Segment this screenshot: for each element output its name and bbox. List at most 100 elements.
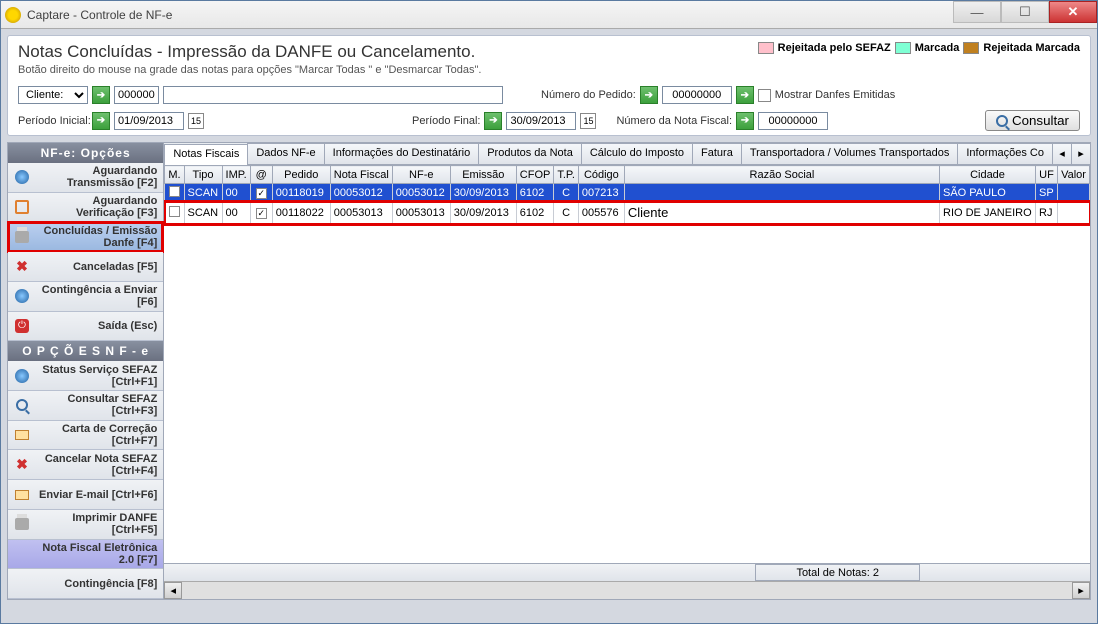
sidebar-item-cancelar-sefaz[interactable]: ✖Cancelar Nota SEFAZ [Ctrl+F4] [8, 450, 163, 480]
cancel-icon: ✖ [16, 258, 28, 275]
col-emissao[interactable]: Emissão [450, 166, 516, 184]
row-m-checkbox[interactable] [169, 186, 180, 197]
verify-icon [15, 200, 29, 214]
tabs: Notas Fiscais Dados NF-e Informações do … [164, 143, 1090, 165]
periodo-ini-label: Período Inicial: [18, 115, 88, 127]
search-icon [996, 115, 1008, 127]
tab-calculo-imposto[interactable]: Cálculo do Imposto [581, 143, 693, 164]
table-row[interactable]: SCAN 00 ✓ 00118022 00053013 00053013 30/… [165, 202, 1090, 224]
nota-go-button[interactable]: ➔ [736, 112, 754, 130]
col-nfe[interactable]: NF-e [392, 166, 450, 184]
scroll-left-button[interactable]: ◂ [164, 582, 182, 599]
col-tp[interactable]: T.P. [554, 166, 579, 184]
tab-scroll-left[interactable]: ◂ [1052, 143, 1072, 164]
periodo-ini-input[interactable] [114, 112, 184, 130]
tab-notas-fiscais[interactable]: Notas Fiscais [164, 144, 248, 165]
filter-row-1: Cliente: ➔ Número do Pedido: ➔ ➔ Mostrar… [18, 84, 1080, 106]
sidebar-item-consultar-sefaz[interactable]: Consultar SEFAZ [Ctrl+F3] [8, 391, 163, 421]
grid[interactable]: M. Tipo IMP. @ Pedido Nota Fiscal NF-e E… [164, 165, 1090, 563]
sidebar-item-contingencia-enviar[interactable]: Contingência a Enviar [F6] [8, 282, 163, 312]
sidebar-item-concluidas[interactable]: Concluídas / Emissão Danfe [F4] [8, 222, 163, 252]
sidebar-item-saida[interactable]: ⏻Saída (Esc) [8, 312, 163, 342]
col-codigo[interactable]: Código [578, 166, 624, 184]
cliente-go-button[interactable]: ➔ [92, 86, 110, 104]
col-m[interactable]: M. [165, 166, 184, 184]
row-m-checkbox[interactable] [169, 206, 180, 217]
tab-transportadora[interactable]: Transportadora / Volumes Transportados [741, 143, 959, 164]
col-cfop[interactable]: CFOP [516, 166, 554, 184]
tab-info-complementar[interactable]: Informações Co [957, 143, 1053, 164]
sidebar-header-2: O P Ç Õ E S N F - e [8, 341, 163, 361]
sidebar-item-contingencia[interactable]: Contingência [F8] [8, 569, 163, 599]
globe-icon [15, 369, 29, 383]
cliente-select[interactable]: Cliente: [18, 86, 88, 104]
horizontal-scrollbar[interactable]: ◂ ▸ [164, 581, 1090, 599]
col-valor[interactable]: Valor [1058, 166, 1090, 184]
col-pedido[interactable]: Pedido [272, 166, 330, 184]
row-at-checkbox[interactable]: ✓ [256, 188, 267, 199]
nota-input[interactable] [758, 112, 828, 130]
power-icon: ⏻ [15, 319, 29, 333]
scroll-track[interactable] [182, 582, 1072, 599]
content-panel: Notas Fiscais Dados NF-e Informações do … [164, 142, 1091, 600]
cliente-name-input[interactable] [163, 86, 503, 104]
sidebar-item-carta-correcao[interactable]: Carta de Correção [Ctrl+F7] [8, 421, 163, 451]
print-icon [15, 231, 29, 243]
page-subtitle: Botão direito do mouse na grade das nota… [18, 64, 1080, 76]
legend-label-rejected-marked: Rejeitada Marcada [983, 42, 1080, 54]
consultar-button[interactable]: Consultar [985, 110, 1080, 131]
status-bar: Total de Notas: 2 [164, 563, 1090, 581]
pedido-go-button[interactable]: ➔ [640, 86, 658, 104]
filter-row-2: Período Inicial: ➔ 15 Período Final: ➔ 1… [18, 108, 1080, 133]
sidebar-item-status-sefaz[interactable]: Status Serviço SEFAZ [Ctrl+F1] [8, 361, 163, 391]
sidebar-item-imprimir-danfe[interactable]: Imprimir DANFE [Ctrl+F5] [8, 510, 163, 540]
nota-label: Número da Nota Fiscal: [616, 115, 732, 127]
periodo-ini-calendar-icon[interactable]: 15 [188, 113, 204, 129]
maximize-button[interactable]: ☐ [1001, 1, 1049, 23]
periodo-fim-go-button[interactable]: ➔ [484, 112, 502, 130]
globe-icon [15, 170, 29, 184]
row-at-checkbox[interactable]: ✓ [256, 208, 267, 219]
header-panel: Rejeitada pelo SEFAZ Marcada Rejeitada M… [7, 35, 1091, 136]
legend: Rejeitada pelo SEFAZ Marcada Rejeitada M… [758, 42, 1080, 54]
legend-swatch-marked [895, 42, 911, 54]
col-razao[interactable]: Razão Social [624, 166, 939, 184]
legend-swatch-rejected-marked [963, 42, 979, 54]
tab-info-destinatario[interactable]: Informações do Destinatário [324, 143, 480, 164]
periodo-fim-calendar-icon[interactable]: 15 [580, 113, 596, 129]
sidebar-item-nfe-20[interactable]: Nota Fiscal Eletrônica 2.0 [F7] [8, 540, 163, 570]
tab-dados-nfe[interactable]: Dados NF-e [247, 143, 324, 164]
col-uf[interactable]: UF [1036, 166, 1058, 184]
pedido-input[interactable] [662, 86, 732, 104]
sidebar-item-aguardando-transmissao[interactable]: Aguardando Transmissão [F2] [8, 163, 163, 193]
sidebar-item-canceladas[interactable]: ✖Canceladas [F5] [8, 252, 163, 282]
col-imp[interactable]: IMP. [222, 166, 250, 184]
tab-scroll-right[interactable]: ▸ [1071, 143, 1091, 164]
notas-table: M. Tipo IMP. @ Pedido Nota Fiscal NF-e E… [164, 165, 1090, 224]
mostrar-label: Mostrar Danfes Emitidas [775, 89, 895, 101]
periodo-fim-label: Período Final: [412, 115, 480, 127]
col-tipo[interactable]: Tipo [184, 166, 222, 184]
sidebar-item-aguardando-verificacao[interactable]: Aguardando Verificação [F3] [8, 193, 163, 223]
periodo-fim-input[interactable] [506, 112, 576, 130]
legend-label-rejected: Rejeitada pelo SEFAZ [778, 42, 891, 54]
sidebar-item-enviar-email[interactable]: Enviar E-mail [Ctrl+F6] [8, 480, 163, 510]
periodo-ini-go-button[interactable]: ➔ [92, 112, 110, 130]
scroll-right-button[interactable]: ▸ [1072, 582, 1090, 599]
table-row[interactable]: SCAN 00 ✓ 00118019 00053012 00053012 30/… [165, 184, 1090, 202]
app-icon [5, 7, 21, 23]
mostrar-go-button[interactable]: ➔ [736, 86, 754, 104]
print-icon [15, 518, 29, 530]
tab-produtos[interactable]: Produtos da Nota [478, 143, 582, 164]
cancel-icon: ✖ [16, 456, 28, 473]
search-icon [16, 399, 28, 411]
minimize-button[interactable]: — [953, 1, 1001, 23]
pedido-label: Número do Pedido: [541, 89, 636, 101]
col-at[interactable]: @ [250, 166, 272, 184]
mostrar-checkbox[interactable] [758, 89, 771, 102]
cliente-code-input[interactable] [114, 86, 159, 104]
tab-fatura[interactable]: Fatura [692, 143, 742, 164]
close-button[interactable]: ✕ [1049, 1, 1097, 23]
col-nota[interactable]: Nota Fiscal [330, 166, 392, 184]
col-cidade[interactable]: Cidade [940, 166, 1036, 184]
